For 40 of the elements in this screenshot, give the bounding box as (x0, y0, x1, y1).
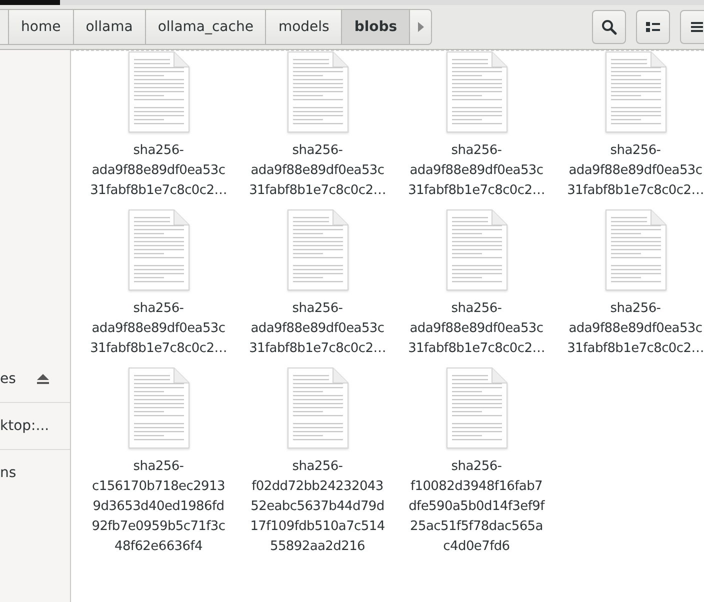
text-document-icon[interactable] (446, 209, 508, 291)
search-button[interactable] (592, 10, 626, 44)
sidebar-item[interactable]: es (0, 356, 70, 403)
text-document-icon[interactable] (446, 51, 508, 133)
path-button[interactable] (0, 9, 9, 45)
scroll-right-button[interactable] (410, 9, 432, 45)
file-name: sha256- ada9f88e89df0ea53c 31fabf8b1e7c8c0c2… (408, 300, 545, 358)
eject-icon[interactable] (36, 373, 50, 385)
chevron-right-icon (416, 21, 425, 33)
file-name: sha256- c156170b718ec2913 9d3653d40ed1986fd 92fb7e0959b5c71f3c 48f62e6636f4 (92, 458, 226, 556)
text-document-icon[interactable] (604, 209, 666, 291)
path-button[interactable]: ollama_cache (146, 9, 266, 45)
sidebar-item[interactable]: ns (0, 450, 70, 496)
path-button[interactable]: home (9, 9, 74, 45)
menu-button[interactable] (680, 10, 704, 44)
file-name: sha256- ada9f88e89df0ea53c 31fabf8b1e7c8c0c2… (567, 300, 704, 358)
text-document-icon[interactable] (286, 367, 348, 449)
text-document-icon[interactable] (128, 367, 190, 449)
list-view-icon (645, 20, 661, 34)
view-options-button[interactable] (636, 10, 670, 44)
file-name: sha256- f10082d3948f16fab7 dfe590a5b0d14f3ef9f 25ac51f5f78dac565a c4d0e7fd6 (408, 458, 544, 556)
text-document-icon[interactable] (286, 51, 348, 133)
text-document-icon[interactable] (446, 367, 508, 449)
text-document-icon[interactable] (128, 209, 190, 291)
text-document-icon[interactable] (604, 51, 666, 133)
menu-icon (690, 20, 704, 34)
text-document-icon[interactable] (286, 209, 348, 291)
file-name: sha256- ada9f88e89df0ea53c 31fabf8b1e7c8c0c2… (249, 300, 386, 358)
file-name: sha256- f02dd72bb24232043 52eabc5637b44d79d 17f109fdb510a7c514 55892aa2d216 (250, 458, 385, 556)
sidebar-item[interactable]: ktop:... (0, 403, 70, 450)
file-name: sha256- ada9f88e89df0ea53c 31fabf8b1e7c8c0c2… (408, 142, 545, 200)
path-button[interactable]: ollama (74, 9, 146, 45)
file-name: sha256- ada9f88e89df0ea53c 31fabf8b1e7c8c0c2… (567, 142, 704, 200)
text-document-icon[interactable] (128, 51, 190, 133)
file-name: sha256- ada9f88e89df0ea53c 31fabf8b1e7c8c0c2… (90, 300, 227, 358)
file-name: sha256- ada9f88e89df0ea53c 31fabf8b1e7c8c0c2… (90, 142, 227, 200)
path-button[interactable]: blobs (342, 9, 410, 45)
path-button[interactable]: models (266, 9, 342, 45)
search-icon (601, 19, 617, 35)
file-name: sha256- ada9f88e89df0ea53c 31fabf8b1e7c8c0c2… (249, 142, 386, 200)
